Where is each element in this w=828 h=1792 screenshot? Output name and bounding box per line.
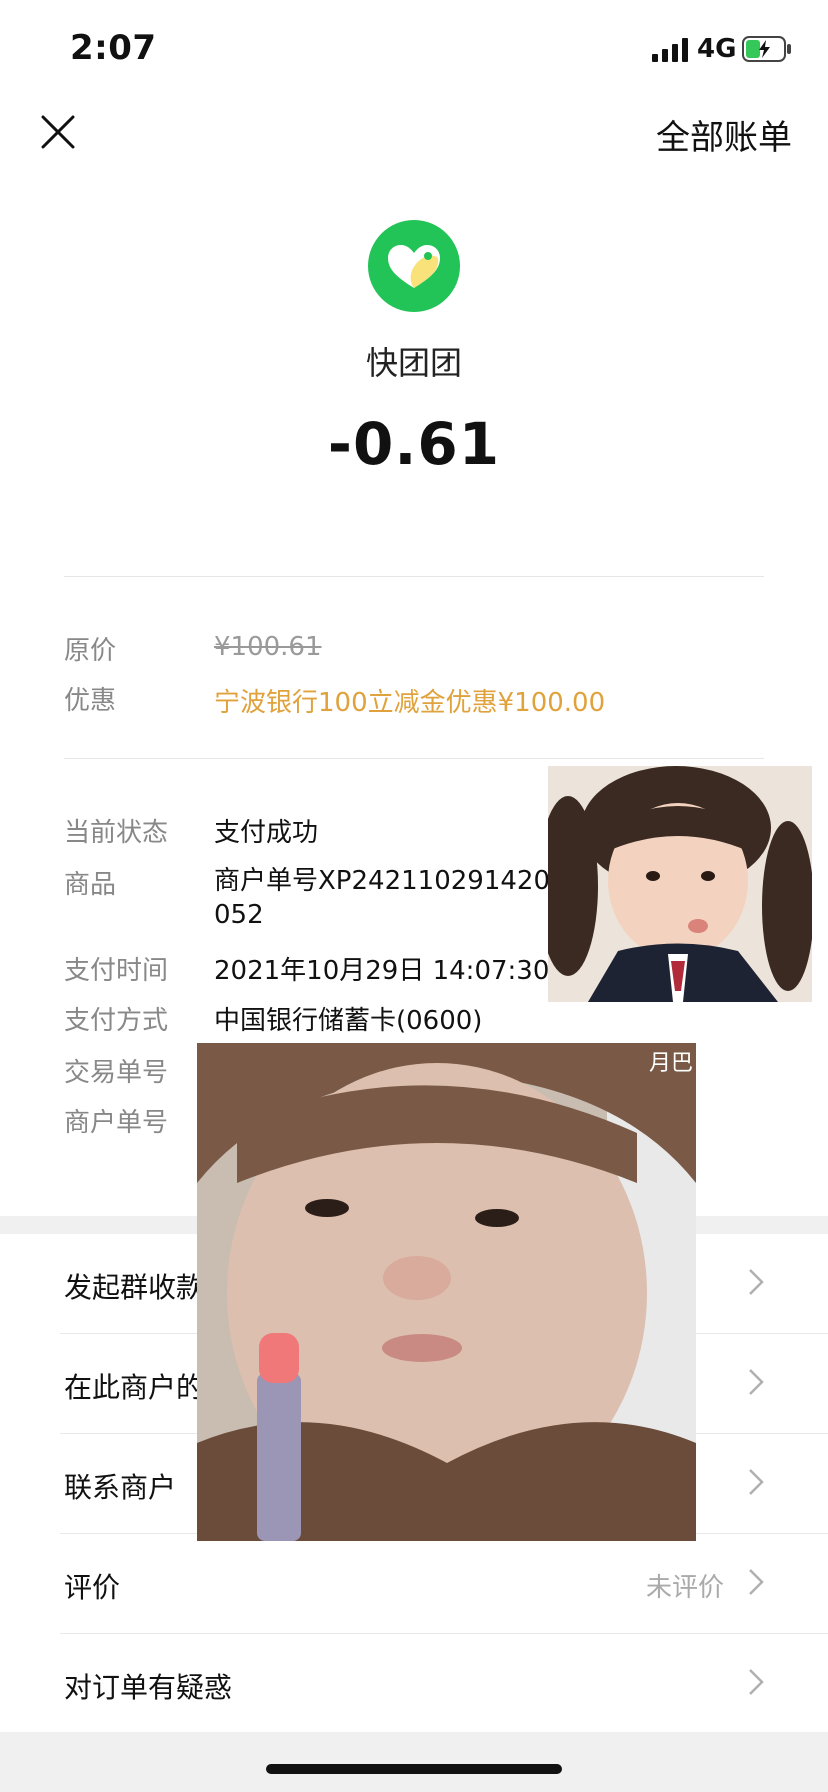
signal-icon	[652, 38, 688, 62]
sticker-photo-girl-pigtails	[548, 766, 812, 1002]
menu-row-order-question[interactable]: 对订单有疑惑	[0, 1634, 828, 1734]
status-bar: 2:07 4G	[0, 0, 828, 100]
merchant-name: 快团团	[365, 344, 462, 382]
bottom-area	[0, 1732, 828, 1792]
pay-method-value: 中国银行储蓄卡(0600)	[214, 1006, 483, 1036]
status-time: 2:07	[70, 28, 157, 68]
pay-time-label: 支付时间	[64, 956, 169, 986]
battery-icon	[742, 36, 791, 62]
sticker-illustration	[548, 766, 812, 1002]
divider	[64, 758, 764, 759]
divider	[64, 576, 764, 577]
chevron-right-icon	[749, 1269, 764, 1295]
menu-label: 评价	[64, 1571, 121, 1604]
pay-time-value: 2021年10月29日 14:07:30	[214, 956, 550, 986]
chevron-right-icon	[749, 1469, 764, 1495]
close-icon[interactable]	[38, 112, 78, 152]
menu-label: 联系商户	[64, 1471, 177, 1504]
chevron-right-icon	[749, 1569, 764, 1595]
payment-amount: -0.61	[327, 410, 501, 478]
sticker-caption: 月巴	[649, 1051, 694, 1076]
product-value: 商户单号XP242110291420052	[214, 866, 550, 930]
original-price-label: 原价	[64, 636, 117, 666]
all-bills-link[interactable]: 全部账单	[656, 110, 792, 159]
product-label: 商品	[64, 870, 117, 900]
status-label: 当前状态	[64, 818, 169, 848]
merchant-order-label: 商户单号	[64, 1108, 169, 1138]
status-value: 支付成功	[214, 818, 319, 848]
discount-value: 宁波银行100立减金优惠¥100.00	[214, 688, 606, 718]
menu-label: 发起群收款	[64, 1271, 205, 1304]
original-price-value: ¥100.61	[214, 632, 322, 662]
review-status: 未评价	[645, 1573, 724, 1603]
network-type: 4G	[697, 34, 737, 64]
discount-label: 优惠	[64, 686, 117, 716]
menu-row-review[interactable]: 评价 未评价	[0, 1534, 828, 1634]
sticker-illustration	[197, 1043, 696, 1541]
merchant-logo	[368, 220, 460, 312]
chevron-right-icon	[749, 1669, 764, 1695]
transaction-id-label: 交易单号	[64, 1058, 169, 1088]
sticker-photo-child-lipstick: 月巴	[197, 1043, 696, 1541]
menu-label: 对订单有疑惑	[64, 1671, 233, 1704]
home-indicator[interactable]	[266, 1764, 562, 1774]
chevron-right-icon	[749, 1369, 764, 1395]
pay-method-label: 支付方式	[64, 1006, 169, 1036]
menu-label: 在此商户的	[64, 1371, 205, 1404]
